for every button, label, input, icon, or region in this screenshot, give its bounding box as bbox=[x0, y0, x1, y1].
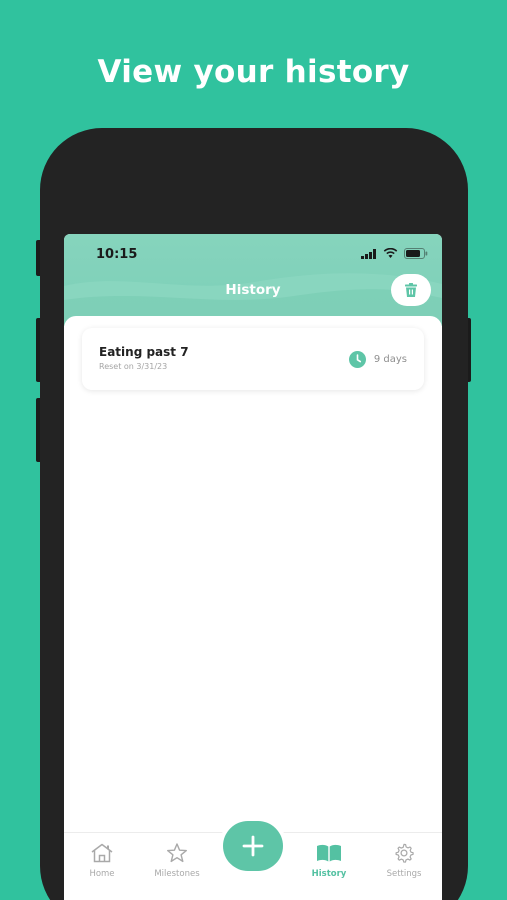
star-icon bbox=[167, 843, 187, 863]
tab-milestones[interactable]: Milestones bbox=[147, 843, 207, 879]
tab-history[interactable]: History bbox=[299, 843, 359, 879]
history-list: Eating past 7 Reset on 3/31/23 9 days bbox=[64, 316, 442, 836]
tab-settings-label: Settings bbox=[386, 869, 422, 879]
clear-history-button[interactable] bbox=[391, 274, 431, 306]
book-icon bbox=[317, 844, 341, 862]
wifi-icon bbox=[383, 248, 398, 258]
tab-home-label: Home bbox=[89, 869, 115, 879]
home-icon bbox=[91, 843, 113, 863]
trash-icon bbox=[405, 282, 417, 297]
tab-home[interactable]: Home bbox=[72, 843, 132, 879]
tab-milestones-label: Milestones bbox=[154, 869, 200, 879]
add-button[interactable] bbox=[223, 821, 283, 871]
clock-icon bbox=[348, 351, 366, 368]
history-item-duration: 9 days bbox=[348, 351, 407, 368]
plus-icon bbox=[242, 835, 264, 857]
tab-history-label: History bbox=[311, 869, 347, 879]
phone-screen: 10:15 History Eating past 7 Reset on 3/3… bbox=[64, 234, 442, 900]
tab-settings[interactable]: Settings bbox=[374, 843, 434, 879]
cellular-signal-icon bbox=[361, 248, 376, 259]
page-title: History bbox=[225, 282, 281, 298]
history-item-days: 9 days bbox=[373, 354, 407, 365]
status-icons bbox=[361, 248, 428, 259]
gear-icon bbox=[395, 843, 414, 863]
history-item-reset-date: Reset on 3/31/23 bbox=[99, 362, 168, 371]
history-item-title: Eating past 7 bbox=[99, 345, 189, 359]
promo-headline: View your history bbox=[97, 54, 410, 90]
battery-icon bbox=[404, 248, 428, 259]
status-time: 10:15 bbox=[96, 247, 138, 262]
history-item[interactable]: Eating past 7 Reset on 3/31/23 9 days bbox=[82, 328, 424, 390]
app-header: 10:15 History bbox=[64, 234, 442, 326]
